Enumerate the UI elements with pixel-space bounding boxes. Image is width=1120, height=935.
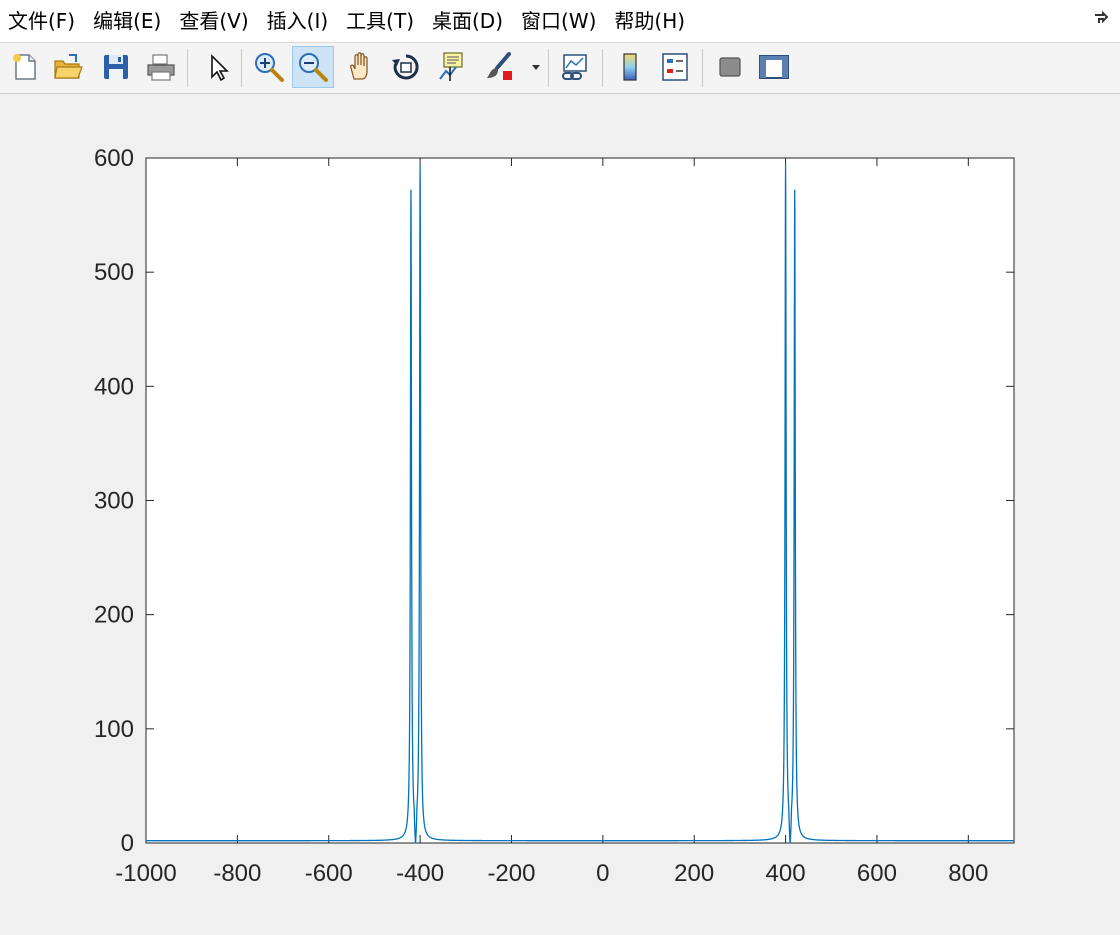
- zoom-in-button[interactable]: [248, 46, 290, 88]
- select-arrow-icon: [211, 54, 229, 82]
- x-tick-label: 400: [766, 860, 806, 887]
- toolbar-separator: [241, 49, 242, 87]
- dock-figure-icon[interactable]: [1092, 10, 1110, 28]
- menu-desktop[interactable]: 桌面(D): [423, 0, 512, 42]
- zoom-out-button[interactable]: [292, 46, 334, 88]
- toolbar-separator: [702, 49, 703, 87]
- link-plot-button[interactable]: [554, 46, 596, 88]
- brush-dropdown-button[interactable]: [526, 46, 546, 88]
- zoom-in-icon: [255, 53, 284, 82]
- toolbar-separator: [602, 49, 603, 87]
- toolbar-separator: [187, 49, 188, 87]
- data-cursor-button[interactable]: [431, 46, 473, 88]
- insert-legend-button[interactable]: [654, 46, 696, 88]
- figure-toolbar: [0, 43, 1120, 94]
- dropdown-arrow-icon: [532, 65, 540, 70]
- menu-tools[interactable]: 工具(T): [337, 0, 423, 42]
- new-figure-icon: [13, 54, 36, 80]
- save-icon: [104, 55, 128, 79]
- brush-icon: [487, 52, 512, 80]
- y-tick-label: 400: [94, 373, 134, 400]
- x-tick-labels: -1000 -800 -600 -400 -200 0 200 400 600 800: [115, 860, 988, 887]
- save-button[interactable]: [95, 46, 137, 88]
- insert-colorbar-button[interactable]: [609, 46, 651, 88]
- brush-button[interactable]: [478, 46, 520, 88]
- menu-window[interactable]: 窗口(W): [512, 0, 605, 42]
- new-figure-button[interactable]: [4, 46, 46, 88]
- menu-file[interactable]: 文件(F): [0, 0, 84, 42]
- hide-plot-tools-button[interactable]: [709, 46, 751, 88]
- zoom-out-icon: [299, 53, 328, 82]
- open-file-button[interactable]: [47, 46, 89, 88]
- open-file-icon: [54, 54, 83, 79]
- x-tick-label: -200: [487, 860, 535, 887]
- y-tick-label: 100: [94, 716, 134, 743]
- axes-background: [145, 157, 1015, 844]
- y-tick-label: 300: [94, 488, 134, 515]
- show-plot-tools-icon: [759, 55, 789, 79]
- rotate-3d-icon: [392, 54, 419, 80]
- show-plot-tools-button[interactable]: [753, 46, 795, 88]
- x-tick-label: -800: [213, 860, 261, 887]
- print-icon: [147, 54, 175, 81]
- x-tick-label: -600: [305, 860, 353, 887]
- y-tick-label: 0: [121, 830, 134, 857]
- colorbar-icon: [623, 53, 637, 81]
- y-tick-label: 200: [94, 602, 134, 629]
- legend-icon: [662, 53, 688, 81]
- print-button[interactable]: [140, 46, 182, 88]
- hide-plot-tools-icon: [719, 57, 741, 77]
- x-tick-label: 200: [674, 860, 714, 887]
- figure-canvas[interactable]: -1000 -800 -600 -400 -200 0 200 400 600 800 0 100 2…: [0, 94, 1120, 935]
- menu-view[interactable]: 查看(V): [170, 0, 257, 42]
- menu-edit[interactable]: 编辑(E): [84, 0, 170, 42]
- pan-hand-icon: [350, 52, 368, 80]
- toolbar-separator: [548, 49, 549, 87]
- rotate-3d-button[interactable]: [385, 46, 427, 88]
- x-tick-label: -1000: [115, 860, 176, 887]
- y-tick-label: 600: [94, 145, 134, 172]
- edit-plot-button[interactable]: [196, 46, 238, 88]
- menu-insert[interactable]: 插入(I): [258, 0, 338, 42]
- y-tick-label: 500: [94, 259, 134, 286]
- data-cursor-icon: [439, 52, 463, 81]
- plot-axes[interactable]: -1000 -800 -600 -400 -200 0 200 400 600 800 0 100 2…: [0, 94, 1120, 935]
- y-tick-labels: 0 100 200 300 400 500 600: [94, 145, 134, 857]
- link-plot-icon: [562, 54, 587, 80]
- menu-bar: 文件(F) 编辑(E) 查看(V) 插入(I) 工具(T) 桌面(D) 窗口(W…: [0, 0, 1120, 43]
- pan-button[interactable]: [340, 46, 382, 88]
- x-tick-label: 800: [948, 860, 988, 887]
- x-tick-label: 600: [857, 860, 897, 887]
- x-tick-label: 0: [596, 860, 609, 887]
- x-tick-label: -400: [396, 860, 444, 887]
- menu-help[interactable]: 帮助(H): [605, 0, 694, 42]
